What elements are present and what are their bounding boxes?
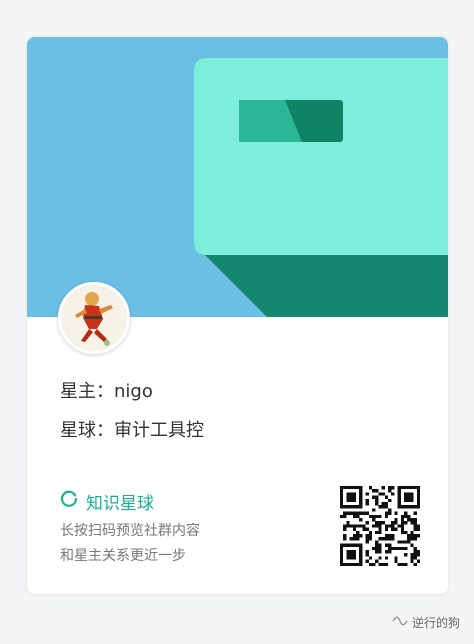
planet-share-card: 星主：nigo 星球：审计工具控 知识星球 长按扫码预览社群内容 和星主关系更近… bbox=[27, 37, 448, 594]
knowledge-planet-ring-icon bbox=[60, 490, 78, 512]
cover-illustration bbox=[27, 37, 448, 317]
wechat-channel-icon bbox=[392, 615, 408, 630]
owner-avatar bbox=[58, 282, 130, 354]
description-line-2: 和星主关系更近一步 bbox=[60, 548, 186, 564]
brand-logo: 知识星球 bbox=[60, 490, 154, 514]
owner-name: 星主：nigo bbox=[60, 381, 153, 402]
watermark-text: 逆行的狗 bbox=[411, 616, 460, 630]
cover-banner bbox=[27, 37, 448, 317]
watermark: 逆行的狗 bbox=[392, 614, 460, 631]
description-line-1: 长按扫码预览社群内容 bbox=[60, 523, 200, 539]
planet-name: 星球：审计工具控 bbox=[60, 420, 204, 441]
brand-name: 知识星球 bbox=[86, 493, 154, 514]
qr-code[interactable] bbox=[340, 486, 421, 567]
